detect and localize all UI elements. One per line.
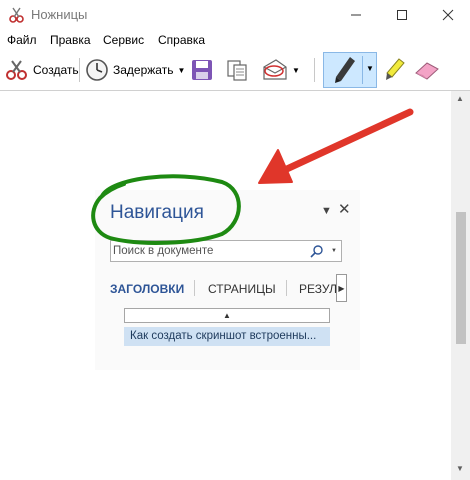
collapse-up-icon: ▲ — [223, 311, 231, 320]
collapse-all-bar: ▲ — [124, 308, 330, 323]
maximize-button[interactable] — [381, 0, 423, 30]
search-input: Поиск в документе ▼ — [110, 240, 342, 262]
chevron-down-icon: ▼ — [331, 248, 337, 254]
highlighter-button[interactable] — [383, 53, 407, 87]
copy-icon — [227, 60, 247, 81]
search-icon — [310, 245, 323, 258]
close-icon: ✕ — [338, 201, 351, 218]
menu-bar: Файл Правка Сервис Справка — [0, 30, 470, 50]
dropdown-arrow-icon: ▼ — [177, 65, 186, 75]
copy-button[interactable] — [225, 53, 249, 87]
scrollbar-thumb[interactable] — [456, 212, 466, 344]
dropdown-arrow-icon: ▼ — [292, 65, 300, 75]
navigation-title: Навигация — [110, 202, 204, 223]
pen-button[interactable]: ▼ — [323, 52, 377, 88]
minimize-icon — [351, 14, 361, 16]
menu-file[interactable]: Файл — [7, 33, 37, 47]
delay-button[interactable]: Задержать ▼ — [84, 53, 185, 87]
scroll-down-icon[interactable]: ▼ — [456, 464, 464, 473]
toolbar-separator — [314, 58, 315, 82]
tab-results: РЕЗУЛ — [299, 282, 337, 296]
close-button[interactable] — [427, 0, 469, 30]
eraser-icon — [415, 62, 439, 80]
menu-edit[interactable]: Правка — [50, 33, 91, 47]
eraser-button[interactable] — [413, 53, 441, 87]
clock-icon — [86, 59, 108, 81]
maximize-icon — [397, 10, 407, 20]
toolbar: Создать Задержать ▼ ▼ — [0, 50, 470, 90]
new-snip-button[interactable]: Создать — [4, 53, 79, 87]
tab-separator — [194, 280, 195, 296]
pen-icon — [335, 57, 355, 83]
menu-help[interactable]: Справка — [158, 33, 205, 47]
split-divider — [362, 56, 363, 84]
tab-headings: ЗАГОЛОВКИ — [110, 282, 185, 296]
delay-label: Задержать — [113, 63, 174, 77]
scroll-up-icon[interactable]: ▲ — [456, 94, 464, 103]
save-button[interactable] — [190, 53, 214, 87]
dropdown-arrow-icon[interactable]: ▼ — [366, 64, 374, 73]
send-snip-button[interactable]: ▼ — [260, 53, 300, 87]
chevron-down-icon: ▼ — [321, 205, 332, 217]
minimize-button[interactable] — [335, 0, 377, 30]
menu-tools[interactable]: Сервис — [103, 33, 144, 47]
heading-item: Как создать скриншот встроенны... — [124, 327, 330, 346]
tab-scroll-right-icon: ▶ — [336, 274, 347, 302]
highlighter-icon — [386, 58, 405, 80]
tab-pages: СТРАНИЦЫ — [208, 282, 276, 296]
title-bar: Ножницы — [0, 0, 470, 30]
window-title: Ножницы — [31, 7, 88, 22]
tab-separator — [286, 280, 287, 296]
toolbar-separator — [79, 58, 80, 82]
envelope-icon — [263, 59, 287, 80]
floppy-disk-icon — [192, 60, 212, 80]
scissors-icon — [6, 60, 27, 80]
close-icon — [442, 9, 454, 21]
scissors-app-icon — [9, 7, 24, 23]
search-placeholder: Поиск в документе — [113, 245, 214, 257]
new-snip-label: Создать — [33, 63, 79, 77]
